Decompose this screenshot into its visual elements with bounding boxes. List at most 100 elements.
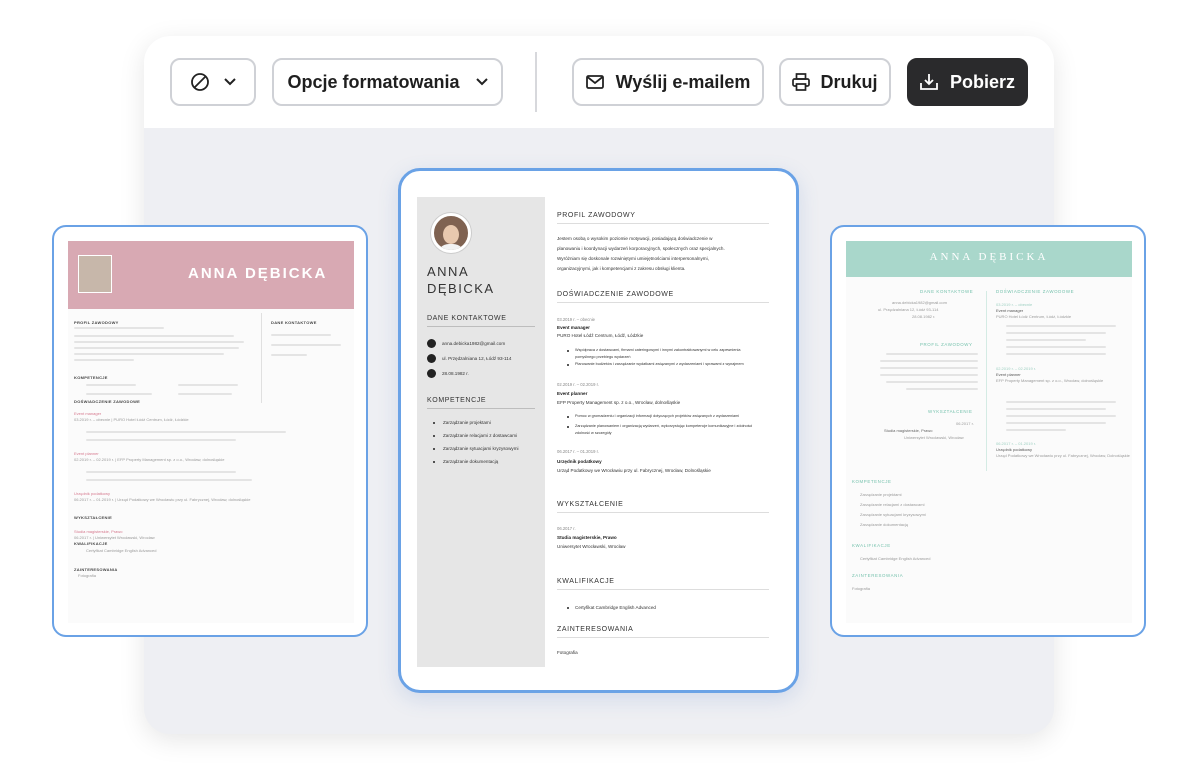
bullet bbox=[567, 364, 569, 366]
divider bbox=[427, 326, 535, 327]
education-school: Uniwersytet Wrocławski, Wrocław bbox=[904, 435, 964, 440]
bullet bbox=[567, 607, 569, 609]
job-title: Event planner bbox=[74, 451, 99, 456]
page: Opcje formatowania Wyślij e-mailem Druku… bbox=[0, 0, 1198, 771]
chevron-down-icon bbox=[224, 78, 236, 86]
job-title: Event planner bbox=[557, 391, 588, 396]
print-button[interactable]: Drukuj bbox=[779, 58, 891, 106]
download-button[interactable]: Pobierz bbox=[907, 58, 1028, 106]
competence-item: Zarządzanie relacjami z dostawcami bbox=[443, 433, 518, 438]
section-heading: DANE KONTAKTOWE bbox=[427, 315, 507, 322]
job-bullet: Planowanie budżetów i zarządzanie wydatk… bbox=[575, 362, 744, 366]
job-bullet: Współpraca z dostawcami, firmami caterin… bbox=[575, 348, 741, 352]
envelope-icon bbox=[585, 75, 604, 89]
text-line bbox=[880, 367, 978, 369]
text-line bbox=[74, 341, 244, 343]
job-company: Urząd Podatkowy we Wrocławiu przy ul. Fa… bbox=[996, 453, 1130, 458]
text-line bbox=[1006, 339, 1086, 341]
education-date: 06.2017 r. bbox=[956, 421, 974, 426]
section-heading: DANE KONTAKTOWE bbox=[920, 289, 974, 294]
resume-preview: ANNA DĘBICKA PROFIL ZAWODOWY DANE KONTAK… bbox=[68, 241, 354, 623]
bullet bbox=[433, 422, 435, 424]
text-line bbox=[74, 359, 134, 361]
resume-template-card-selected[interactable]: ANNA DĘBICKA DANE KONTAKTOWE anna.debick… bbox=[398, 168, 799, 693]
divider bbox=[557, 223, 769, 224]
divider bbox=[427, 408, 535, 409]
text-line bbox=[74, 335, 234, 337]
job-dates: 03.2019 r. – obecnie bbox=[557, 317, 595, 322]
text-line bbox=[178, 393, 232, 395]
text-line bbox=[1006, 429, 1066, 431]
qualification-item: Certyfikat Cambridge English Advanced bbox=[575, 605, 656, 610]
column-divider bbox=[261, 313, 262, 403]
education-title: Studia magisterskie, Prawo bbox=[557, 535, 617, 540]
competence-item: Zarządzanie sytuacjami kryzysowymi bbox=[443, 446, 519, 451]
job-title: Event manager bbox=[74, 411, 102, 416]
job-dates: 02.2019 r. – 02.2019 r. bbox=[557, 382, 599, 387]
divider bbox=[74, 327, 164, 329]
competence-item: Zarządzanie projektami bbox=[443, 420, 491, 425]
text-line bbox=[880, 374, 978, 376]
resume-first-name: ANNA bbox=[427, 264, 470, 279]
section-heading: PROFIL ZAWODOWY bbox=[557, 212, 636, 219]
section-heading: ZAINTERESOWANIA bbox=[74, 567, 118, 572]
profile-line: organizacyjnymi, jak i kompetencjami z z… bbox=[557, 266, 686, 271]
text-line bbox=[86, 384, 136, 386]
text-line bbox=[1006, 422, 1106, 424]
chevron-down-icon bbox=[475, 78, 488, 86]
interest-item: Fotografia bbox=[852, 586, 871, 591]
education-school: Uniwersytet Wrocławski, Wrocław bbox=[557, 544, 626, 549]
resume-template-card-mint[interactable]: ANNA DĘBICKA DANE KONTAKTOWE anna.debick… bbox=[830, 225, 1146, 637]
job-company: PURO Hotel Łódź Centrum, Łódź, Łódzkie bbox=[557, 333, 644, 338]
resume-last-name: DĘBICKA bbox=[427, 281, 495, 296]
section-heading: ZAINTERESOWANIA bbox=[557, 626, 634, 633]
text-line bbox=[74, 347, 239, 349]
section-heading: PROFIL ZAWODOWY bbox=[74, 320, 119, 325]
profile-photo bbox=[431, 213, 471, 253]
text-line bbox=[1006, 346, 1106, 348]
bullet bbox=[433, 461, 435, 463]
format-options-label: Opcje formatowania bbox=[287, 71, 460, 92]
education-date: 06.2017 r. bbox=[557, 526, 576, 531]
section-heading: KOMPETENCJE bbox=[74, 375, 108, 380]
section-heading: DOŚWIADCZENIE ZAWODOWE bbox=[74, 399, 141, 404]
qualification-item: Certyfikat Cambridge English Advanced bbox=[86, 548, 157, 553]
text-line bbox=[86, 393, 152, 395]
competence-item: Zarządzanie dokumentacją bbox=[443, 459, 499, 464]
resume-name: ANNA DĘBICKA bbox=[427, 263, 495, 297]
send-email-button[interactable]: Wyślij e-mailem bbox=[572, 58, 764, 106]
interest-item: Fotografia bbox=[557, 650, 578, 655]
resume-preview: ANNA DĘBICKA DANE KONTAKTOWE anna.debick… bbox=[417, 197, 773, 667]
email-text: anna.debicka1982@gmail.com bbox=[442, 341, 506, 346]
location-icon bbox=[427, 354, 436, 363]
divider bbox=[557, 302, 769, 303]
bullet bbox=[433, 448, 435, 450]
text-line bbox=[86, 439, 236, 441]
text-line bbox=[86, 479, 252, 481]
section-heading: WYKSZTAŁCENIE bbox=[928, 409, 973, 414]
job-meta: 02.2019 r. – 02.2019 r. | EFP Property M… bbox=[74, 457, 225, 462]
job-company: EFP Property Management sp. z o.o., Wroc… bbox=[996, 378, 1104, 383]
job-bullet: Pomoc w gromadzeniu i organizacji inform… bbox=[575, 414, 740, 418]
resume-header: ANNA DĘBICKA bbox=[846, 241, 1132, 277]
section-heading: DOŚWIADCZENIE ZAWODOWE bbox=[557, 291, 674, 298]
profile-line: planowaniu i koordynacji wydarzeń korpor… bbox=[557, 246, 725, 251]
format-options-dropdown[interactable]: Opcje formatowania bbox=[272, 58, 503, 106]
competence-item: Zarządzanie relacjami z dostawcami bbox=[860, 502, 925, 507]
address-text: ul. Przędzalniana 12, Łódź 93-114 bbox=[442, 356, 512, 361]
text-line bbox=[1006, 408, 1106, 410]
visibility-dropdown[interactable] bbox=[170, 58, 256, 106]
resume-template-card-pink[interactable]: ANNA DĘBICKA PROFIL ZAWODOWY DANE KONTAK… bbox=[52, 225, 368, 637]
print-label: Drukuj bbox=[820, 71, 878, 92]
qualification-item: Certyfikat Cambridge English Advanced bbox=[860, 556, 931, 561]
education-title: Studia magisterskie, Prawo bbox=[74, 529, 123, 534]
profile-line: Jestem osobą o wysokim poziomie motywacj… bbox=[557, 236, 713, 241]
competence-item: Zarządzanie dokumentacją bbox=[860, 522, 909, 527]
job-dates: 06.2017 r. – 01.2019 r. bbox=[557, 449, 599, 454]
download-label: Pobierz bbox=[949, 71, 1015, 92]
timeline-line bbox=[986, 291, 987, 471]
text-line bbox=[271, 334, 331, 336]
job-title: Urzędnik podatkowy bbox=[557, 459, 602, 464]
slash-circle-icon bbox=[191, 73, 209, 91]
section-heading: ZAINTERESOWANIA bbox=[852, 573, 904, 578]
